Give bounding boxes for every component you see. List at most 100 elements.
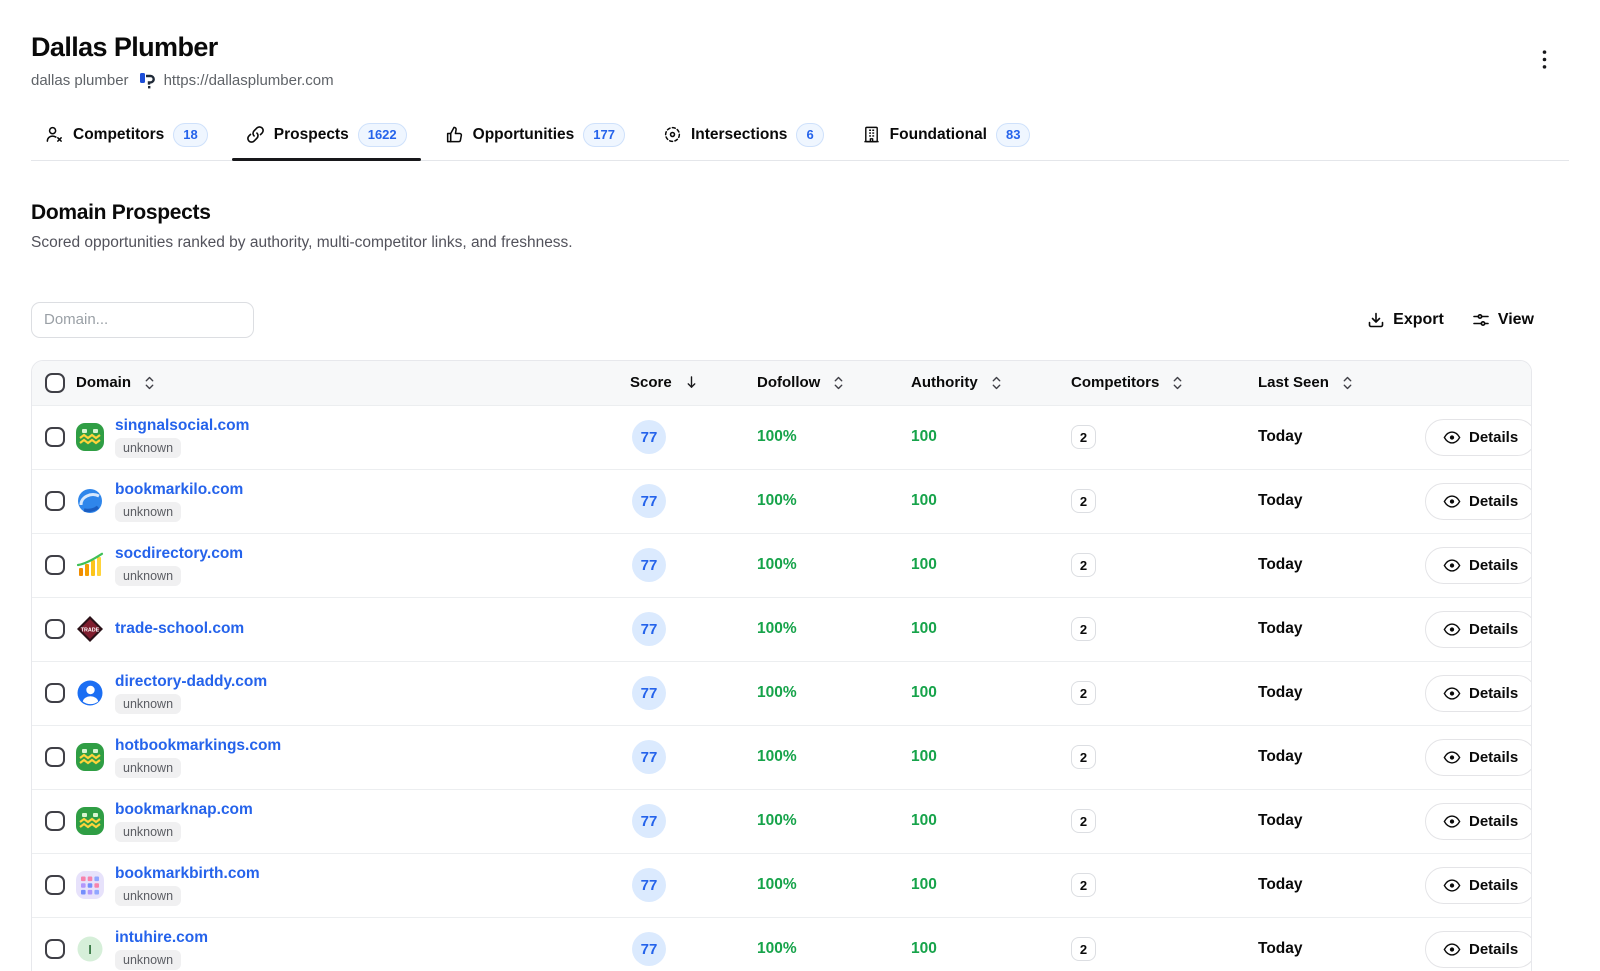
score-badge: 77 [632,548,666,582]
row-checkbox[interactable] [45,747,65,767]
category-badge: unknown [115,950,181,970]
eye-icon [1443,623,1461,636]
competitors-count-badge: 2 [1071,745,1096,769]
details-button[interactable]: Details [1425,803,1532,840]
export-button[interactable]: Export [1367,311,1444,329]
category-badge: unknown [115,822,181,842]
details-button[interactable]: Details [1425,867,1532,904]
domain-link[interactable]: bookmarkbirth.com [115,865,260,883]
competitors-count-badge: 2 [1071,809,1096,833]
table-row: I intuhire.com unknown 77 100% 100 2 Tod… [32,917,1531,971]
tab-intersections[interactable]: Intersections 6 [649,113,838,160]
table-row: bookmarknap.com unknown 77 100% 100 2 To… [32,789,1531,853]
dofollow-value: 100% [757,812,797,829]
eye-icon [1443,943,1461,956]
person-blue-favicon [76,679,104,707]
sort-desc-icon [685,375,698,390]
authority-value: 100 [911,812,937,829]
competitors-count-badge: 2 [1071,617,1096,641]
authority-value: 100 [911,684,937,701]
column-header-score[interactable]: Score [630,374,757,391]
details-button[interactable]: Details [1425,483,1532,520]
row-checkbox[interactable] [45,619,65,639]
score-badge: 77 [632,484,666,518]
sort-both-icon [833,375,844,391]
green-pattern-favicon [76,423,104,451]
kebab-menu-icon[interactable] [1542,50,1547,69]
tab-competitors[interactable]: Competitors 18 [31,113,222,160]
tab-prospects[interactable]: Prospects 1622 [232,113,421,160]
page-header: Dallas Plumber dallas plumber https://da… [31,32,1569,89]
row-checkbox[interactable] [45,811,65,831]
column-header-authority[interactable]: Authority [911,374,1071,391]
tab-foundational[interactable]: Foundational 83 [848,113,1045,160]
table-row: directory-daddy.com unknown 77 100% 100 … [32,661,1531,725]
domain-link[interactable]: intuhire.com [115,929,208,947]
last-seen-value: Today [1258,748,1303,765]
eye-icon [1443,559,1461,572]
domain-link[interactable]: directory-daddy.com [115,673,267,691]
last-seen-value: Today [1258,556,1303,573]
view-button[interactable]: View [1472,311,1534,329]
column-header-domain[interactable]: Domain [76,374,630,391]
row-checkbox[interactable] [45,875,65,895]
row-checkbox[interactable] [45,555,65,575]
table-row: singnalsocial.com unknown 77 100% 100 2 … [32,405,1531,469]
details-button[interactable]: Details [1425,739,1532,776]
svg-text:TRADE: TRADE [81,627,100,633]
score-badge: 77 [632,868,666,902]
table-header-row: Domain Score Dofollow Authority [32,361,1531,405]
last-seen-value: Today [1258,812,1303,829]
project-url[interactable]: https://dallasplumber.com [164,72,334,89]
select-all-checkbox[interactable] [45,373,65,393]
score-badge: 77 [632,676,666,710]
domain-link[interactable]: singnalsocial.com [115,417,249,435]
competitors-count-badge: 2 [1071,489,1096,513]
prospects-table: Domain Score Dofollow Authority [31,360,1532,971]
details-button[interactable]: Details [1425,931,1532,968]
authority-value: 100 [911,940,937,957]
last-seen-value: Today [1258,684,1303,701]
competitors-count-badge: 2 [1071,937,1096,961]
details-button[interactable]: Details [1425,675,1532,712]
domain-link[interactable]: socdirectory.com [115,545,243,563]
authority-value: 100 [911,428,937,445]
domain-search-input[interactable] [31,302,254,338]
domain-link[interactable]: trade-school.com [115,620,244,638]
score-badge: 77 [632,612,666,646]
dofollow-value: 100% [757,620,797,637]
tab-opportunities[interactable]: Opportunities 177 [431,113,639,160]
link-icon [246,125,265,144]
green-pattern-favicon [76,807,104,835]
dofollow-value: 100% [757,876,797,893]
row-checkbox[interactable] [45,683,65,703]
section-subtitle: Scored opportunities ranked by authority… [31,234,1569,252]
thumbs-up-icon [445,125,464,144]
tab-count-badge: 1622 [358,123,407,147]
table-toolbar: Export View [31,302,1569,338]
column-header-competitors[interactable]: Competitors [1071,374,1258,391]
details-button[interactable]: Details [1425,611,1532,648]
column-header-last-seen[interactable]: Last Seen [1258,374,1531,391]
row-checkbox[interactable] [45,491,65,511]
eye-icon [1443,687,1461,700]
page-title: Dallas Plumber [31,32,334,63]
sliders-icon [1472,311,1490,329]
row-checkbox[interactable] [45,939,65,959]
details-button[interactable]: Details [1425,419,1532,456]
tabs: Competitors 18 Prospects 1622 Opportunit… [31,113,1569,161]
domain-link[interactable]: hotbookmarkings.com [115,737,281,755]
building-icon [862,125,881,144]
table-body: singnalsocial.com unknown 77 100% 100 2 … [32,405,1531,971]
domain-link[interactable]: bookmarkilo.com [115,481,243,499]
dofollow-value: 100% [757,684,797,701]
category-badge: unknown [115,502,181,522]
details-button[interactable]: Details [1425,547,1532,584]
column-header-dofollow[interactable]: Dofollow [757,374,911,391]
bar-chart-favicon [76,551,104,579]
row-checkbox[interactable] [45,427,65,447]
green-pattern-favicon [76,743,104,771]
domain-link[interactable]: bookmarknap.com [115,801,253,819]
score-badge: 77 [632,420,666,454]
authority-value: 100 [911,492,937,509]
